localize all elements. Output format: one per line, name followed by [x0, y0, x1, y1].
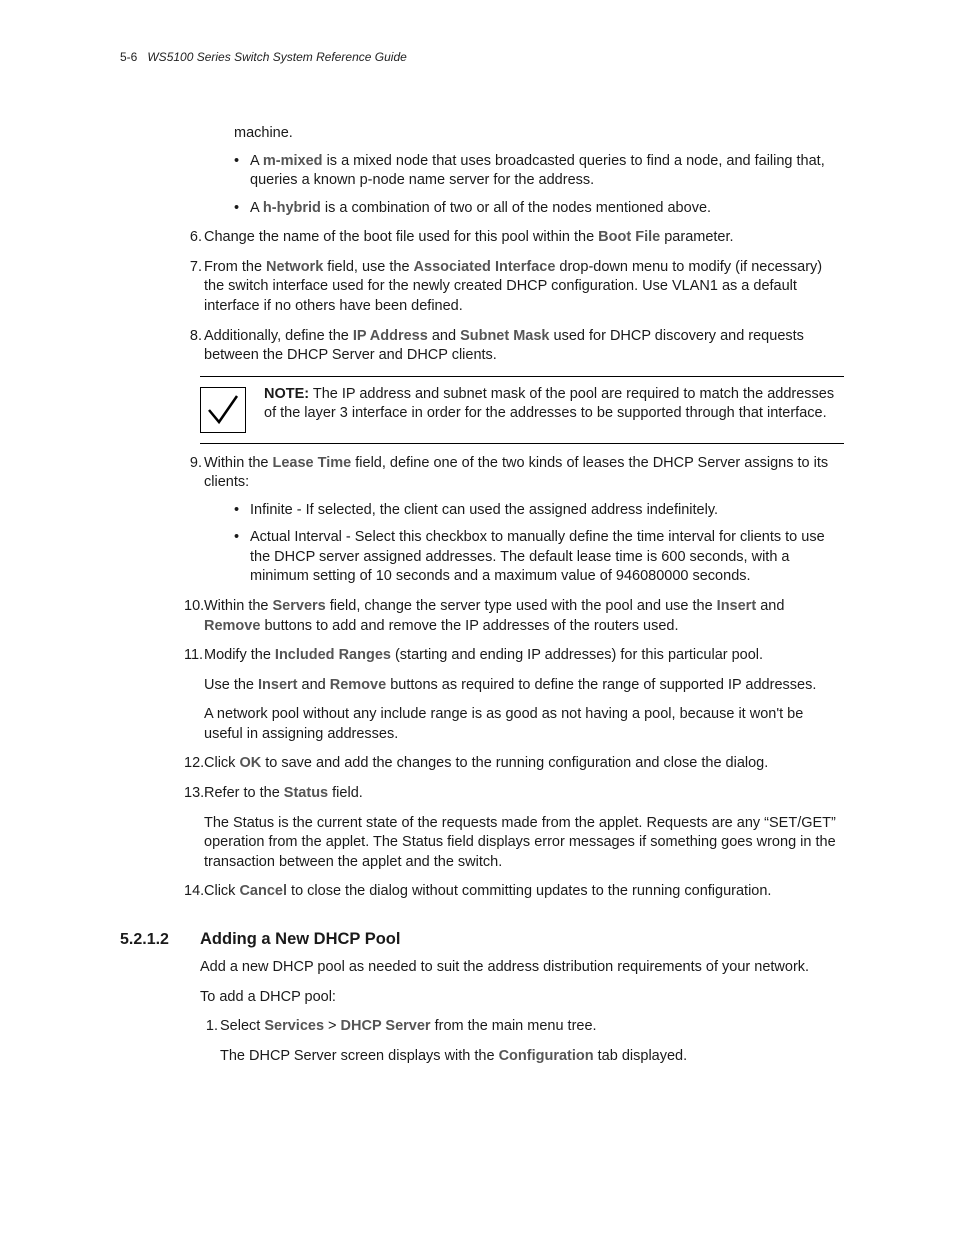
step-9: 9. Within the Lease Time field, define o… — [184, 454, 844, 587]
term-cancel: Cancel — [239, 883, 287, 899]
term-dhcp-server: DHCP Server — [341, 1018, 431, 1034]
section-lead: To add a DHCP pool: — [200, 988, 844, 1008]
text: Select — [220, 1018, 264, 1034]
bullet-rest: is a combination of two or all of the no… — [321, 200, 711, 216]
bullet-h-hybrid: A h-hybrid is a combination of two or al… — [234, 199, 844, 219]
bullet-prefix: A — [250, 200, 263, 216]
term-boot-file: Boot File — [598, 229, 660, 245]
text: field, use the — [323, 259, 413, 275]
text: and — [428, 328, 460, 344]
term-subnet-mask: Subnet Mask — [460, 328, 549, 344]
text: and — [756, 598, 784, 614]
text: Use the — [204, 677, 258, 693]
orphan-continuation: machine. — [120, 124, 844, 144]
term-ok: OK — [239, 755, 261, 771]
term-remove: Remove — [204, 618, 260, 634]
step-7: 7. From the Network field, use the Assoc… — [184, 258, 844, 317]
note-box: NOTE: The IP address and subnet mask of … — [200, 376, 844, 444]
page-ref: 5-6 — [120, 50, 137, 64]
text: and — [298, 677, 330, 693]
text: from the main menu tree. — [431, 1018, 597, 1034]
term-included-ranges: Included Ranges — [275, 647, 391, 663]
note-label: NOTE: — [264, 386, 309, 402]
section-title: Adding a New DHCP Pool — [200, 928, 400, 950]
text: buttons as required to define the range … — [386, 677, 816, 693]
text: Within the — [204, 455, 273, 471]
step-14: 14. Click Cancel to close the dialog wit… — [184, 882, 844, 902]
text: Within the — [204, 598, 273, 614]
bullet-prefix: A — [250, 153, 263, 169]
term-lease-time: Lease Time — [273, 455, 352, 471]
bullet-m-mixed: A m-mixed is a mixed node that uses broa… — [234, 152, 844, 191]
text: Click — [204, 883, 239, 899]
text: to save and add the changes to the runni… — [261, 755, 768, 771]
term-insert: Insert — [258, 677, 298, 693]
term-network: Network — [266, 259, 323, 275]
term-configuration: Configuration — [499, 1048, 594, 1064]
text: Refer to the — [204, 785, 284, 801]
doc-title: WS5100 Series Switch System Reference Gu… — [147, 50, 406, 64]
step-13: 13. Refer to the Status field. The Statu… — [184, 784, 844, 872]
term-services: Services — [264, 1018, 324, 1034]
section-number: 5.2.1.2 — [120, 929, 200, 951]
term-h-hybrid: h-hybrid — [263, 200, 321, 216]
step-11: 11. Modify the Included Ranges (starting… — [184, 646, 844, 744]
text: to close the dialog without committing u… — [287, 883, 771, 899]
text: parameter. — [660, 229, 733, 245]
section-step-1: 1. Select Services > DHCP Server from th… — [200, 1017, 844, 1066]
text: tab displayed. — [594, 1048, 688, 1064]
step-12: 12. Click OK to save and add the changes… — [184, 754, 844, 774]
checkmark-icon — [200, 387, 246, 433]
term-associated-interface: Associated Interface — [414, 259, 556, 275]
text: field. — [328, 785, 363, 801]
step-13-explain: The Status is the current state of the r… — [204, 814, 844, 873]
running-header: 5-6 WS5100 Series Switch System Referenc… — [120, 50, 844, 64]
text: (starting and ending IP addresses) for t… — [391, 647, 763, 663]
bullet-rest: is a mixed node that uses broadcasted qu… — [250, 153, 825, 189]
step-6: 6. Change the name of the boot file used… — [184, 228, 844, 248]
term-insert: Insert — [717, 598, 757, 614]
text: Additionally, define the — [204, 328, 353, 344]
term-remove: Remove — [330, 677, 386, 693]
step-10: 10. Within the Servers field, change the… — [184, 597, 844, 636]
term-m-mixed: m-mixed — [263, 153, 323, 169]
text: > — [324, 1018, 341, 1034]
text: Click — [204, 755, 239, 771]
text: From the — [204, 259, 266, 275]
text: buttons to add and remove the IP address… — [260, 618, 678, 634]
step-8: 8. Additionally, define the IP Address a… — [184, 327, 844, 366]
section-intro: Add a new DHCP pool as needed to suit th… — [200, 958, 844, 978]
bullet-infinite: Infinite - If selected, the client can u… — [234, 501, 844, 521]
term-ip-address: IP Address — [353, 328, 428, 344]
term-servers: Servers — [273, 598, 326, 614]
term-status: Status — [284, 785, 328, 801]
step-11-note: A network pool without any include range… — [204, 705, 844, 744]
text: The DHCP Server screen displays with the — [220, 1048, 499, 1064]
text: Modify the — [204, 647, 275, 663]
text: Change the name of the boot file used fo… — [204, 229, 598, 245]
bullet-actual-interval: Actual Interval - Select this checkbox t… — [234, 528, 844, 587]
text: field, change the server type used with … — [326, 598, 717, 614]
note-text: The IP address and subnet mask of the po… — [264, 386, 834, 422]
